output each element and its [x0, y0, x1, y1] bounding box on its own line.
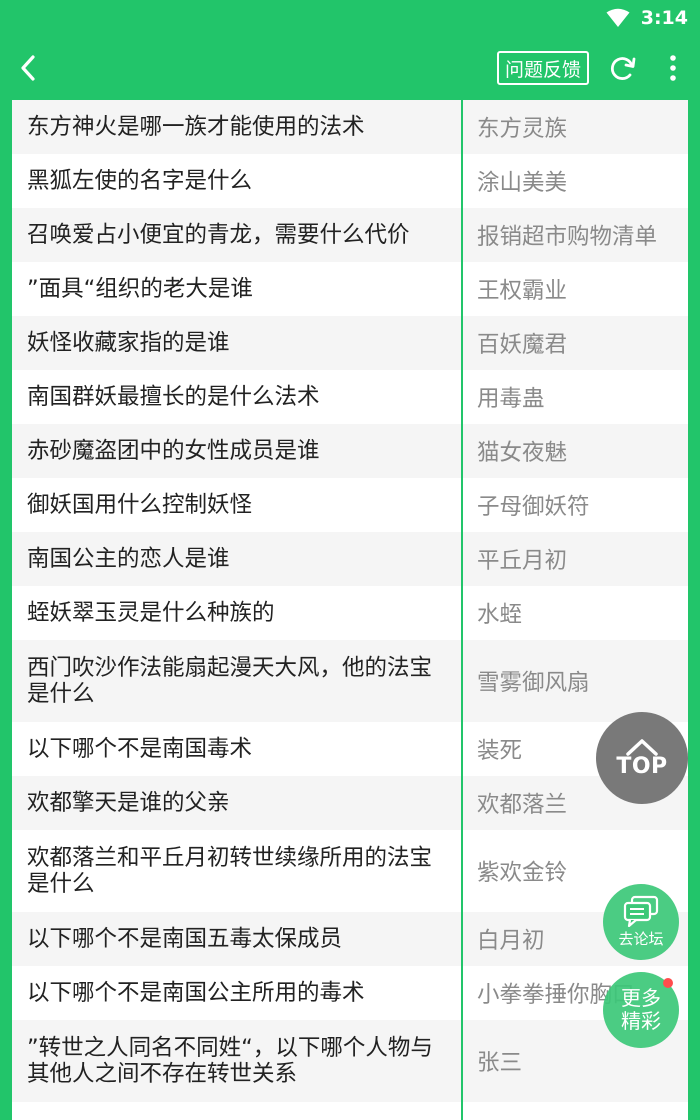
question-cell: 以下哪个不是南国毒术	[27, 736, 253, 762]
table-row[interactable]: ”转世之人同名不同姓“，以下哪个人物与其他人之间不存在转世关系 张三	[12, 1020, 688, 1102]
refresh-icon	[610, 57, 636, 80]
chevron-left-icon	[21, 55, 35, 81]
qa-rows: 东方神火是哪一族才能使用的法术 东方灵族黑狐左使的名字是什么 涂山美美召唤爱占小便宜…	[12, 100, 688, 1102]
table-row[interactable]: 以下哪个不是南国毒术 装死	[12, 722, 688, 776]
table-row[interactable]: 赤砂魔盗团中的女性成员是谁 猫女夜魅	[12, 424, 688, 478]
forum-label: 去论坛	[618, 930, 664, 948]
qa-table[interactable]: 东方神火是哪一族才能使用的法术 东方灵族黑狐左使的名字是什么 涂山美美召唤爱占小便宜…	[12, 100, 688, 1120]
status-time: 3:14	[640, 7, 688, 29]
answer-cell: 报销超市购物清单	[477, 224, 658, 250]
app-bar: 问题反馈	[0, 36, 700, 100]
answer-cell: 百妖魔君	[477, 332, 568, 358]
back-button[interactable]	[8, 48, 48, 88]
question-cell: ”转世之人同名不同姓“，以下哪个人物与其他人之间不存在转世关系	[27, 1035, 433, 1087]
question-cell: 御妖国用什么控制妖怪	[27, 492, 253, 518]
wifi-icon	[606, 8, 630, 27]
question-cell: 东方神火是哪一族才能使用的法术	[27, 114, 365, 140]
forum-button[interactable]: 去论坛	[603, 884, 679, 960]
table-row[interactable]: ”面具“组织的老大是谁 王权霸业	[12, 262, 688, 316]
answer-cell: 王权霸业	[477, 278, 568, 304]
question-cell: 南国群妖最擅长的是什么法术	[27, 384, 320, 410]
notification-dot	[663, 978, 673, 988]
refresh-button[interactable]	[605, 50, 641, 86]
table-row[interactable]: 欢都擎天是谁的父亲 欢都落兰	[12, 776, 688, 830]
question-cell: 以下哪个不是南国公主所用的毒术	[27, 980, 365, 1006]
question-cell: 召唤爱占小便宜的青龙，需要什么代价	[27, 222, 410, 248]
top-label: TOP	[616, 753, 668, 779]
answer-cell: 东方灵族	[477, 116, 568, 142]
table-row[interactable]: 以下哪个不是南国公主所用的毒术 小拳拳捶你胸口	[12, 966, 688, 1020]
table-row[interactable]: 东方神火是哪一族才能使用的法术 东方灵族	[12, 100, 688, 154]
table-row[interactable]: 妖怪收藏家指的是谁 百妖魔君	[12, 316, 688, 370]
answer-cell: 平丘月初	[477, 548, 568, 574]
answer-cell: 雪雾御风扇	[477, 670, 590, 696]
table-row[interactable]: 召唤爱占小便宜的青龙，需要什么代价 报销超市购物清单	[12, 208, 688, 262]
more-menu-button[interactable]	[658, 50, 688, 86]
question-cell: 黑狐左使的名字是什么	[27, 168, 253, 194]
answer-cell: 用毒蛊	[477, 386, 545, 412]
column-divider	[461, 100, 463, 1120]
answer-cell: 猫女夜魅	[477, 440, 568, 466]
more-content-button[interactable]: 更多精彩	[603, 972, 679, 1048]
answer-cell: 水蛭	[477, 602, 523, 628]
feedback-button[interactable]: 问题反馈	[497, 51, 589, 85]
table-row[interactable]: 黑狐左使的名字是什么 涂山美美	[12, 154, 688, 208]
table-row[interactable]: 以下哪个不是南国五毒太保成员 白月初	[12, 912, 688, 966]
more-vertical-icon	[670, 55, 676, 81]
question-cell: 以下哪个不是南国五毒太保成员	[27, 926, 343, 952]
status-bar: 3:14	[0, 0, 700, 36]
table-row[interactable]: 南国公主的恋人是谁 平丘月初	[12, 532, 688, 586]
more-label: 更多精彩	[621, 986, 661, 1033]
question-cell: 蛭妖翠玉灵是什么种族的	[27, 600, 275, 626]
question-cell: 南国公主的恋人是谁	[27, 546, 230, 572]
answer-cell: 涂山美美	[477, 170, 568, 196]
answer-cell: 子母御妖符	[477, 494, 590, 520]
table-row[interactable]: 御妖国用什么控制妖怪 子母御妖符	[12, 478, 688, 532]
chat-bubbles-icon	[623, 895, 659, 927]
question-cell: ”面具“组织的老大是谁	[27, 276, 253, 302]
table-row[interactable]: 南国群妖最擅长的是什么法术 用毒蛊	[12, 370, 688, 424]
table-row[interactable]: 欢都落兰和平丘月初转世续缘所用的法宝是什么 紫欢金铃	[12, 830, 688, 912]
table-row[interactable]: 西门吹沙作法能扇起漫天大风，他的法宝是什么 雪雾御风扇	[12, 640, 688, 722]
table-row[interactable]: 蛭妖翠玉灵是什么种族的 水蛭	[12, 586, 688, 640]
question-cell: 西门吹沙作法能扇起漫天大风，他的法宝是什么	[27, 655, 433, 707]
question-cell: 欢都擎天是谁的父亲	[27, 790, 230, 816]
question-cell: 赤砂魔盗团中的女性成员是谁	[27, 438, 320, 464]
back-to-top-button[interactable]: TOP	[596, 712, 688, 804]
question-cell: 妖怪收藏家指的是谁	[27, 330, 230, 356]
question-cell: 欢都落兰和平丘月初转世续缘所用的法宝是什么	[27, 845, 433, 897]
